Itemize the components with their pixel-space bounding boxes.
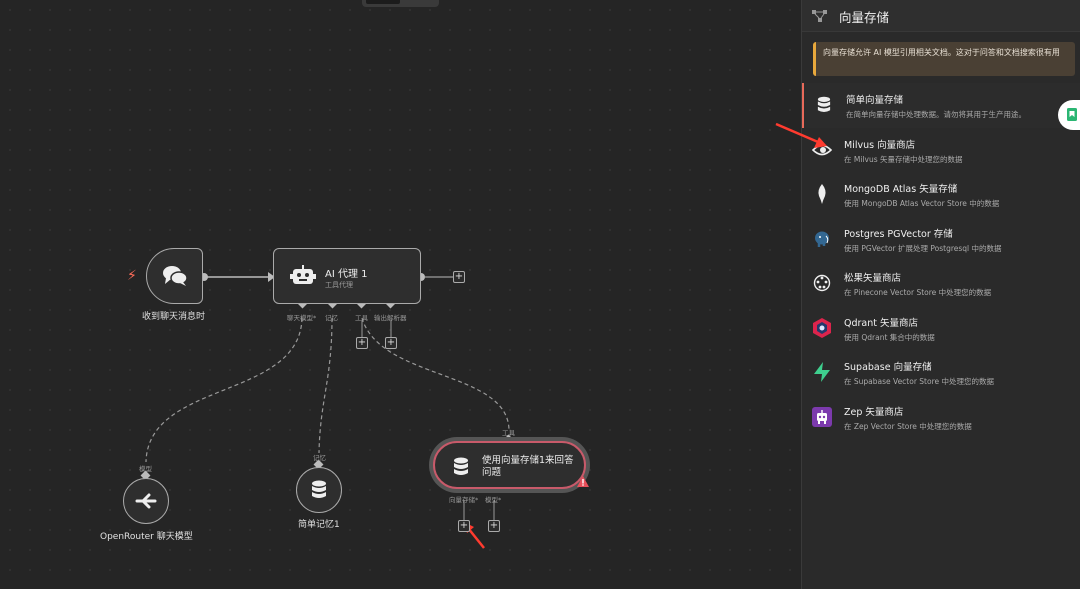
- item-description: 在 Zep Vector Store 中处理您的数据: [844, 421, 972, 431]
- add-node-button[interactable]: +: [453, 271, 465, 283]
- agent-port-label-parser: 输出解析器: [374, 314, 407, 322]
- chat-trigger-node[interactable]: [146, 248, 203, 304]
- add-parser-button[interactable]: +: [385, 337, 397, 349]
- item-title: Milvus 向量商店: [844, 139, 916, 151]
- item-title: Postgres PGVector 存储: [844, 228, 953, 240]
- list-item-milvus[interactable]: Milvus 向量商店 在 Milvus 矢量存储中处理您的数据: [802, 128, 1080, 173]
- mongodb-leaf-icon: [812, 184, 832, 204]
- agent-title: AI 代理 1: [325, 269, 368, 280]
- item-description: 使用 PGVector 扩展处理 Postgresql 中的数据: [844, 243, 1002, 253]
- item-description: 在简单向量存储中处理数据。请勿将其用于生产用途。: [846, 110, 1026, 119]
- robot-icon: [290, 265, 316, 284]
- node-creator-panel: 向量存储 向量存储允许 AI 模型引用相关文档。这对于问答和文档搜索很有用 简单…: [801, 0, 1080, 589]
- tool-connection[interactable]: [361, 317, 510, 431]
- item-description: 在 Milvus 矢量存储中处理您的数据: [844, 154, 963, 164]
- item-description: 使用 MongoDB Atlas Vector Store 中的数据: [844, 199, 1000, 208]
- memory-label: 简单记忆1: [298, 520, 340, 530]
- trigger-bolt-icon: ⚡: [127, 268, 137, 284]
- item-title: 简单向量存储: [846, 95, 904, 106]
- item-title: 松果矢量商店: [844, 273, 902, 284]
- bookmark-side-tab[interactable]: [1058, 100, 1080, 130]
- database-icon: [454, 457, 468, 475]
- list-item-postgres-pgvector[interactable]: Postgres PGVector 存储 使用 PGVector 扩展处理 Po…: [802, 217, 1080, 262]
- supabase-bolt-icon: [812, 362, 832, 382]
- memory-connection[interactable]: [318, 317, 333, 454]
- item-title: MongoDB Atlas 矢量存储: [844, 184, 958, 195]
- item-description: 使用 Qdrant 集合中的数据: [844, 332, 935, 342]
- add-tool-button[interactable]: +: [356, 337, 368, 349]
- openrouter-label: OpenRouter 聊天模型: [100, 532, 193, 542]
- vector-store-tool-node[interactable]: 使用向量存储1来回答问题: [433, 441, 586, 489]
- list-item-zep[interactable]: Zep 矢量商店 在 Zep Vector Store 中处理您的数据: [802, 395, 1080, 440]
- chat-bubbles-icon: [162, 266, 188, 286]
- vector-top-port-label: 工具: [502, 429, 515, 437]
- agent-subtitle: 工具代理: [325, 281, 353, 289]
- panel-title: 向量存储: [839, 10, 890, 25]
- postgres-elephant-icon: [812, 229, 832, 249]
- panel-header: 向量存储: [802, 0, 1080, 32]
- annotation-arrow-milvus: [775, 122, 827, 148]
- vector-node-title: 使用向量存储1来回答问题: [482, 455, 574, 478]
- add-model-button[interactable]: +: [488, 520, 500, 532]
- agent-port-label-memory: 记忆: [325, 314, 338, 322]
- openrouter-model-node[interactable]: [123, 478, 169, 524]
- list-item-qdrant[interactable]: Qdrant 矢量商店 使用 Qdrant 集合中的数据: [802, 306, 1080, 351]
- memory-port-label: 记忆: [313, 454, 326, 462]
- item-description: 在 Supabase Vector Store 中处理您的数据: [844, 377, 995, 386]
- item-title: Qdrant 矢量商店: [844, 317, 919, 329]
- list-item-supabase[interactable]: Supabase 向量存储 在 Supabase Vector Store 中处…: [802, 350, 1080, 395]
- vector-port-label-store: 向量存储*: [449, 496, 479, 504]
- list-item-mongodb-atlas[interactable]: MongoDB Atlas 矢量存储 使用 MongoDB Atlas Vect…: [802, 172, 1080, 217]
- warning-icon: [577, 476, 589, 487]
- agent-port-label-chat-model: 聊天模型*: [287, 314, 317, 322]
- item-title: Supabase 向量存储: [844, 362, 932, 373]
- item-description: 在 Pinecone Vector Store 中处理您的数据: [844, 288, 992, 297]
- annotation-arrow: [467, 527, 485, 549]
- add-vector-store-button[interactable]: +: [458, 520, 470, 532]
- model-connection[interactable]: [145, 317, 303, 463]
- list-item-simple-vector-store[interactable]: 简单向量存储 在简单向量存储中处理数据。请勿将其用于生产用途。: [802, 83, 1080, 128]
- item-title: Zep 矢量商店: [844, 406, 904, 418]
- list-item-pinecone[interactable]: 松果矢量商店 在 Pinecone Vector Store 中处理您的数据: [802, 261, 1080, 306]
- openrouter-port-label: 模型: [139, 465, 152, 473]
- bookmark-icon: [1067, 108, 1077, 121]
- zep-robot-icon: [812, 406, 832, 427]
- agent-port-label-tool: 工具: [355, 314, 368, 322]
- database-icon: [312, 480, 326, 498]
- trigger-label: 收到聊天消息时: [142, 312, 206, 322]
- info-notice: 向量存储允许 AI 模型引用相关文档。这对于问答和文档搜索很有用: [813, 42, 1075, 76]
- vector-store-category-icon: [812, 10, 827, 22]
- vector-store-list: 简单向量存储 在简单向量存储中处理数据。请勿将其用于生产用途。 Milvus 向…: [802, 83, 1080, 439]
- database-icon: [814, 95, 834, 115]
- ai-agent-node[interactable]: AI 代理 1 工具代理: [273, 248, 421, 304]
- openrouter-icon: [135, 493, 157, 509]
- vector-port-label-model: 模型*: [485, 496, 502, 504]
- pinecone-icon: [812, 273, 832, 293]
- qdrant-icon: [812, 317, 832, 338]
- simple-memory-node[interactable]: [296, 467, 342, 513]
